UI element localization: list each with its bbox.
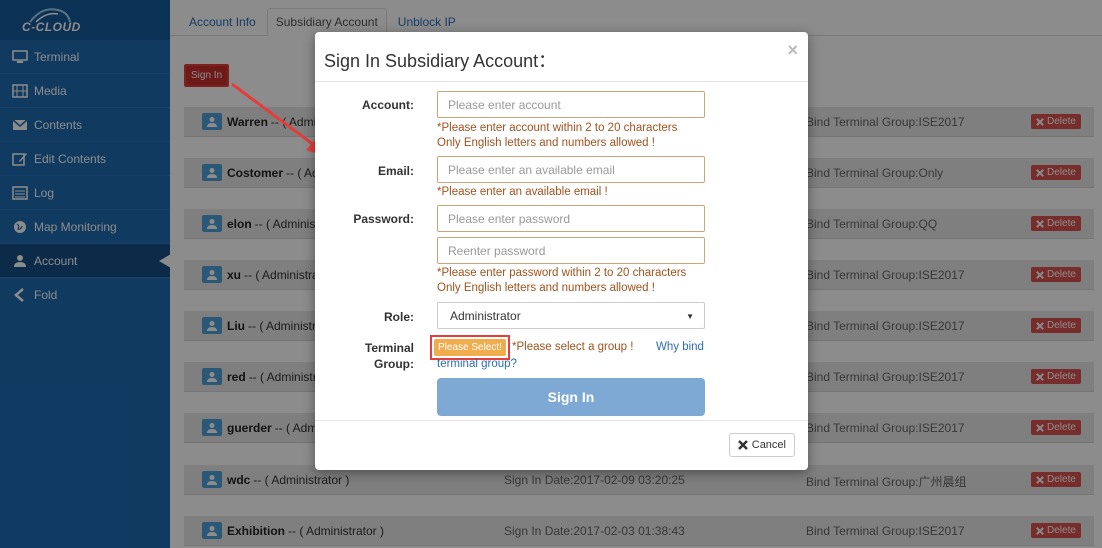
modal-title: Sign In Subsidiary Account：: [324, 51, 557, 71]
account-input[interactable]: [437, 91, 705, 118]
role-select[interactable]: Administrator ▼: [437, 302, 705, 329]
role-label: Role:: [384, 310, 414, 324]
please-select-label: Please Select!: [434, 339, 506, 356]
password-label: Password:: [353, 212, 414, 226]
email-input[interactable]: [437, 156, 705, 183]
why-bind-link[interactable]: Why bind: [656, 341, 704, 353]
submit-sign-in-button[interactable]: Sign In: [437, 378, 705, 416]
sign-in-subsidiary-modal: Sign In Subsidiary Account： × Account: *…: [315, 32, 808, 470]
cancel-button[interactable]: Cancel: [728, 433, 795, 457]
terminal-group-label-line1: Terminal: [364, 341, 414, 355]
password-hint-2: Only English letters and numbers allowed…: [437, 282, 655, 294]
close-x-icon: [737, 440, 748, 450]
modal-header: Sign In Subsidiary Account： ×: [315, 32, 808, 82]
caret-down-icon: ▼: [686, 312, 694, 321]
password-input[interactable]: [437, 205, 705, 232]
reenter-password-input[interactable]: [437, 237, 705, 264]
email-hint: *Please enter an available email !: [437, 186, 608, 198]
terminal-group-label-line2: Group:: [374, 357, 414, 371]
password-hint-1: *Please enter password within 2 to 20 ch…: [437, 267, 687, 279]
account-hint-2: Only English letters and numbers allowed…: [437, 137, 655, 149]
email-label: Email:: [377, 164, 414, 178]
role-select-value: Administrator: [450, 309, 521, 323]
modal-footer: Cancel: [315, 420, 808, 470]
account-hint-1: *Please enter account within 2 to 20 cha…: [437, 122, 678, 134]
close-icon[interactable]: ×: [787, 40, 798, 61]
please-select-button[interactable]: Please Select!: [430, 335, 510, 360]
why-bind-link-continued[interactable]: terminal group?: [437, 358, 517, 370]
cancel-label: Cancel: [751, 439, 786, 451]
group-hint: *Please select a group !: [512, 341, 634, 353]
account-label: Account:: [362, 98, 414, 112]
